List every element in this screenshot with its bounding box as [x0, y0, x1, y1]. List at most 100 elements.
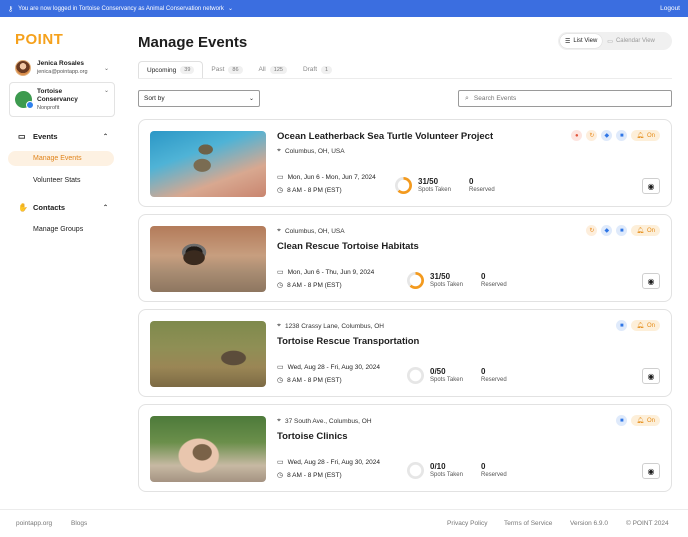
- reserved-stat: 0 Reserved: [469, 177, 495, 194]
- calendar-icon: ▭: [277, 364, 284, 371]
- event-title[interactable]: Tortoise Clinics: [277, 431, 348, 442]
- tab-past[interactable]: Past 86: [203, 61, 250, 78]
- event-image-tortoise-habitat: [150, 226, 266, 292]
- tab-upcoming[interactable]: Upcoming 39: [138, 61, 204, 78]
- event-title[interactable]: Tortoise Rescue Transportation: [277, 336, 419, 347]
- chevron-up-icon[interactable]: ⌃: [103, 133, 108, 140]
- hand-icon: ✋: [18, 203, 28, 212]
- notification-toggle[interactable]: 🔔︎ On: [631, 415, 660, 426]
- bell-icon: 🔔︎: [636, 418, 644, 424]
- notification-toggle[interactable]: 🔔︎ On: [631, 130, 660, 141]
- event-dates: ▭ Wed, Aug 28 - Fri, Aug 30, 2024: [277, 458, 380, 467]
- time-text: 8 AM - 8 PM (EST): [287, 186, 342, 194]
- lock-icon: ■: [616, 225, 628, 236]
- event-dates: ▭ Mon, Jun 6 - Mon, Jun 7, 2024: [277, 173, 376, 182]
- reserved-value: 0: [481, 462, 486, 471]
- tab-draft[interactable]: Draft 1: [295, 61, 340, 78]
- calendar-icon: ▭: [277, 269, 284, 276]
- user-menu[interactable]: Jenica Rosales jenica@pointapp.org ⌄: [15, 57, 109, 79]
- tab-label: Past: [211, 66, 225, 73]
- nav-section-contacts[interactable]: ✋ Contacts ⌃: [18, 203, 108, 212]
- tab-count: 1: [321, 65, 333, 74]
- clock-icon: ◷: [277, 377, 284, 384]
- bell-icon: 🔔︎: [636, 323, 644, 329]
- shield-icon: ◆: [601, 130, 613, 141]
- view-event-button[interactable]: ◉: [642, 273, 660, 289]
- point-logo[interactable]: POINT: [15, 31, 63, 48]
- sidebar-item-manage-events[interactable]: Manage Events: [8, 151, 114, 166]
- reserved-label: Reserved: [481, 377, 507, 383]
- event-card[interactable]: Ocean Leatherback Sea Turtle Volunteer P…: [138, 119, 672, 207]
- sidebar-item-manage-groups[interactable]: Manage Groups: [8, 222, 114, 237]
- location-pin-icon: ⌖: [277, 322, 281, 329]
- tab-count: 125: [269, 65, 287, 74]
- footer-blogs-link[interactable]: Blogs: [71, 520, 87, 527]
- on-label: On: [646, 322, 655, 329]
- user-email: jenica@pointapp.org: [37, 69, 88, 75]
- spots-label: Spots Taken: [430, 377, 463, 383]
- calendar-icon: ▭: [18, 132, 26, 141]
- chevron-up-icon[interactable]: ⌃: [103, 204, 108, 211]
- event-badges: ■ 🔔︎ On: [612, 415, 660, 426]
- search-icon: ⌕: [465, 94, 469, 102]
- tab-label: Upcoming: [147, 66, 177, 74]
- notification-toggle[interactable]: 🔔︎ On: [631, 320, 660, 331]
- spots-value: 31/50: [418, 177, 439, 186]
- event-card[interactable]: ⌖ 37 South Ave., Columbus, OH Tortoise C…: [138, 404, 672, 492]
- event-dates: ▭ Mon, Jun 6 - Thu, Jun 9, 2024: [277, 268, 374, 277]
- chevron-down-icon[interactable]: ⌄: [104, 65, 109, 72]
- spots-label: Spots Taken: [418, 187, 451, 193]
- event-card[interactable]: ⌖ Columbus, OH, USA Clean Rescue Tortois…: [138, 214, 672, 302]
- nav-section-events[interactable]: ▭ Events ⌃: [18, 132, 108, 141]
- event-location: ⌖ 37 South Ave., Columbus, OH: [277, 417, 372, 425]
- spots-value: 0/10: [430, 462, 446, 471]
- event-title[interactable]: Ocean Leatherback Sea Turtle Volunteer P…: [277, 131, 493, 142]
- reserved-stat: 0 Reserved: [481, 367, 507, 384]
- shield-icon: ◆: [601, 225, 613, 236]
- list-view-button[interactable]: ☰ List View: [560, 34, 603, 48]
- event-image-sea-turtle: [150, 131, 266, 197]
- lock-icon: ■: [616, 320, 628, 331]
- org-type: Nonprofit: [37, 104, 60, 111]
- view-event-button[interactable]: ◉: [642, 463, 660, 479]
- location-text: Columbus, OH, USA: [284, 147, 345, 155]
- spots-label: Spots Taken: [430, 282, 463, 288]
- search-field[interactable]: ⌕: [458, 90, 672, 107]
- logout-link[interactable]: Logout: [660, 5, 680, 12]
- event-badges: ■ 🔔︎ On: [612, 320, 660, 331]
- footer-privacy-link[interactable]: Privacy Policy: [447, 520, 487, 527]
- event-card[interactable]: ⌖ 1238 Crassy Lane, Columbus, OH Tortois…: [138, 309, 672, 397]
- event-image-tortoise-transport: [150, 321, 266, 387]
- sidebar-item-volunteer-stats[interactable]: Volunteer Stats: [8, 173, 114, 188]
- reserved-value: 0: [481, 367, 486, 376]
- tab-label: Draft: [302, 66, 318, 73]
- event-location: ⌖ 1238 Crassy Lane, Columbus, OH: [277, 322, 384, 330]
- event-tabs: Upcoming 39 Past 86 All 125 Draft 1: [138, 61, 340, 78]
- search-input[interactable]: [473, 95, 654, 102]
- footer: pointapp.org Blogs Privacy Policy Terms …: [0, 509, 688, 537]
- eye-icon: ◉: [647, 466, 655, 476]
- chevron-down-icon[interactable]: ⌄: [228, 5, 233, 12]
- calendar-view-label: Calendar View: [615, 38, 655, 44]
- calendar-view-button[interactable]: ▭ Calendar View: [602, 34, 660, 48]
- reserved-value: 0: [481, 272, 486, 281]
- footer-site-link[interactable]: pointapp.org: [16, 520, 52, 527]
- calendar-icon: ▭: [277, 459, 284, 466]
- view-event-button[interactable]: ◉: [642, 368, 660, 384]
- event-title[interactable]: Clean Rescue Tortoise Habitats: [277, 241, 419, 252]
- tab-all[interactable]: All 125: [251, 61, 295, 78]
- page-title: Manage Events: [138, 34, 248, 51]
- org-switcher[interactable]: Tortoise Conservancy Nonprofit ⌄: [9, 82, 115, 117]
- reserved-label: Reserved: [481, 282, 507, 288]
- time-text: 8 AM - 8 PM (EST): [287, 281, 342, 289]
- view-event-button[interactable]: ◉: [642, 178, 660, 194]
- chevron-down-icon[interactable]: ⌄: [104, 87, 109, 94]
- sort-by-select[interactable]: Sort by ⌄: [138, 90, 260, 107]
- event-image-tortoise-clinic: [150, 416, 266, 482]
- key-icon: ⚷: [8, 5, 14, 13]
- time-text: 8 AM - 8 PM (EST): [287, 471, 342, 479]
- footer-terms-link[interactable]: Terms of Service: [504, 520, 552, 527]
- on-label: On: [646, 227, 655, 234]
- notification-toggle[interactable]: 🔔︎ On: [631, 225, 660, 236]
- location-text: 1238 Crassy Lane, Columbus, OH: [284, 322, 384, 330]
